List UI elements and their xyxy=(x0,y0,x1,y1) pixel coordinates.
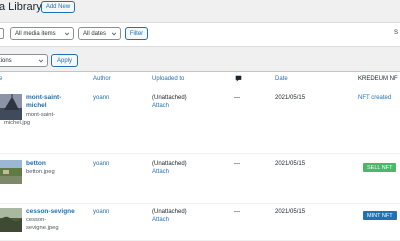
comment-count: — xyxy=(234,209,240,215)
uploaded-status: (Unattached) xyxy=(152,209,187,215)
thumbnail-image[interactable] xyxy=(0,208,22,232)
bulk-actions-select[interactable]: tions xyxy=(0,54,48,67)
column-date[interactable]: Date xyxy=(275,76,288,82)
dates-select[interactable]: All dates xyxy=(78,27,121,40)
column-uploaded-to[interactable]: Uploaded to xyxy=(152,76,184,82)
table-row: cesson-sevigne cesson- sevigne.jpeg yoan… xyxy=(0,204,400,241)
author-link[interactable]: yoann xyxy=(93,94,109,102)
date-value: 2021/05/15 xyxy=(275,209,306,215)
media-type-value: All media items xyxy=(15,30,56,37)
column-file[interactable]: e xyxy=(0,76,2,82)
chevron-down-icon xyxy=(64,32,70,36)
column-kredeum: KREDEUM NF xyxy=(358,76,398,82)
uploaded-status: (Unattached) xyxy=(152,95,187,101)
comment-count: — xyxy=(234,95,240,101)
add-new-button[interactable]: Add New xyxy=(41,1,75,13)
dates-value: All dates xyxy=(83,30,107,37)
file-name: mont-saint- michel.jpg xyxy=(4,112,55,126)
page-title: a Library xyxy=(0,1,42,13)
media-title[interactable]: betton xyxy=(26,160,46,168)
attach-link[interactable]: Attach xyxy=(152,102,169,110)
author-link[interactable]: yoann xyxy=(93,208,109,216)
thumbnail-image[interactable] xyxy=(0,94,22,120)
file-name: betton.jpeg xyxy=(26,169,55,175)
comment-count: — xyxy=(234,161,240,167)
attach-link[interactable]: Attach xyxy=(152,168,169,176)
bulk-action-value: tions xyxy=(0,57,12,64)
mint-nft-button[interactable]: MINT NFT xyxy=(363,211,397,220)
chevron-down-icon xyxy=(38,59,44,63)
comment-bubble-icon[interactable] xyxy=(235,75,242,82)
uploaded-status: (Unattached) xyxy=(152,161,187,167)
media-title[interactable]: cesson-sevigne xyxy=(26,208,75,216)
attach-link[interactable]: Attach xyxy=(152,216,169,224)
chevron-down-icon xyxy=(111,32,117,36)
table-row: mont-saint- michel mont-saint- michel.jp… xyxy=(0,88,400,154)
media-title[interactable]: mont-saint- michel xyxy=(26,94,61,110)
table-row: betton betton.jpeg yoann (Unattached) At… xyxy=(0,154,400,204)
file-name: cesson- sevigne.jpeg xyxy=(26,217,59,231)
search-label: S xyxy=(394,30,399,36)
thumbnail-image[interactable] xyxy=(0,160,22,184)
media-type-select[interactable]: All media items xyxy=(10,27,74,40)
date-value: 2021/05/15 xyxy=(275,161,306,167)
author-link[interactable]: yoann xyxy=(93,160,109,168)
apply-button[interactable]: Apply xyxy=(51,54,78,67)
date-value: 2021/05/15 xyxy=(275,95,306,101)
filter-button[interactable]: Filter xyxy=(125,27,148,40)
nft-created-link[interactable]: NFT created xyxy=(358,94,391,102)
view-toggle[interactable] xyxy=(0,28,4,39)
sell-nft-button[interactable]: SELL NFT xyxy=(363,163,397,172)
column-author[interactable]: Author xyxy=(93,76,111,82)
